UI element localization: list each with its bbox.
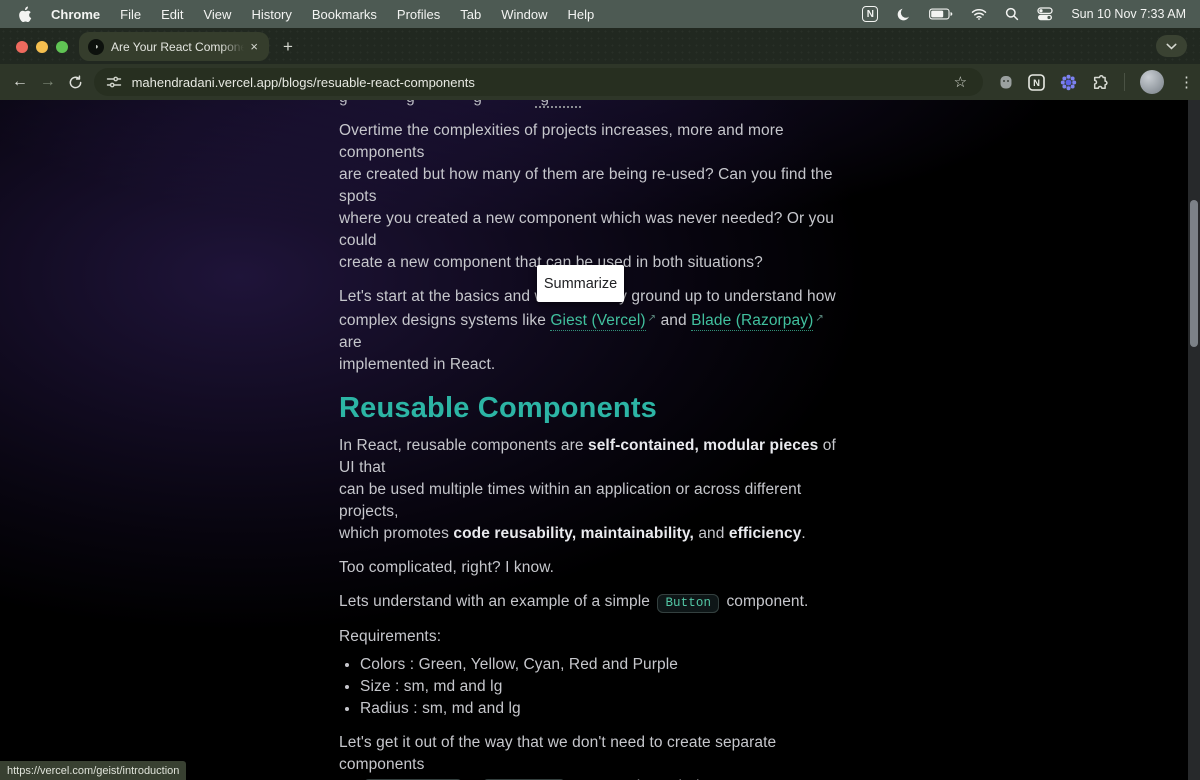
forward-button[interactable]: →	[34, 68, 62, 96]
browser-toolbar: ← → mahendradani.vercel.app/blogs/resuab…	[0, 64, 1200, 100]
link-status-bar: https://vercel.com/geist/introduction	[0, 761, 186, 780]
macos-menu-bar: Chrome File Edit View History Bookmarks …	[0, 0, 1200, 28]
tab-close-icon[interactable]: ×	[248, 39, 260, 54]
external-link-icon: ↗	[815, 313, 823, 324]
requirements-label: Requirements:	[339, 626, 850, 648]
requirements-list: Colors : Green, Yellow, Cyan, Red and Pu…	[339, 654, 850, 720]
list-item: Radius : sm, md and lg	[360, 698, 850, 720]
svg-text:N: N	[1033, 78, 1040, 89]
list-item: Colors : Green, Yellow, Cyan, Red and Pu…	[360, 654, 850, 676]
battery-icon[interactable]	[929, 8, 953, 20]
menu-item-view[interactable]: View	[193, 7, 241, 22]
summarize-button[interactable]: Summarize	[537, 265, 624, 302]
url-text[interactable]: mahendradani.vercel.app/blogs/resuable-r…	[132, 75, 950, 90]
menu-item-profiles[interactable]: Profiles	[387, 7, 450, 22]
external-link-icon: ↗	[648, 313, 656, 324]
paragraph-lets-get-it: Let's get it out of the way that we don'…	[339, 732, 850, 780]
menu-item-bookmarks[interactable]: Bookmarks	[302, 7, 387, 22]
site-settings-icon[interactable]	[106, 75, 122, 89]
clipped-link-underline-fragment	[535, 106, 581, 108]
moon-icon[interactable]	[896, 7, 911, 22]
page-viewport: g g g g Overtime the complexities of pro…	[0, 100, 1200, 780]
menu-kebab-icon[interactable]: ⋮	[1179, 73, 1200, 91]
notion-extension-icon[interactable]: N	[1028, 74, 1045, 91]
chrome-tab-strip: ◑ Are Your React Components × +	[0, 28, 1200, 64]
flower-extension-icon[interactable]	[1060, 74, 1077, 91]
paragraph-overtime: Overtime the complexities of projects in…	[339, 120, 850, 274]
notion-status-icon[interactable]: N	[862, 6, 878, 22]
window-close-button[interactable]	[16, 41, 28, 53]
bookmark-star-icon[interactable]: ☆	[950, 73, 971, 91]
list-item: Size : sm, md and lg	[360, 676, 850, 698]
tab-search-button[interactable]	[1156, 35, 1187, 57]
spotlight-search-icon[interactable]	[1005, 7, 1019, 21]
link-giest-vercel[interactable]: Giest (Vercel)	[550, 312, 645, 331]
tab-title: Are Your React Components	[111, 40, 244, 54]
tab-favicon-icon: ◑	[88, 39, 104, 55]
reload-button[interactable]	[62, 68, 90, 96]
menu-item-tab[interactable]: Tab	[450, 7, 491, 22]
menu-bar-left: Chrome File Edit View History Bookmarks …	[0, 6, 604, 23]
wifi-icon[interactable]	[971, 8, 987, 20]
control-center-icon[interactable]	[1037, 7, 1053, 21]
page-scrollbar-track[interactable]	[1188, 100, 1200, 780]
address-bar[interactable]: mahendradani.vercel.app/blogs/resuable-r…	[94, 68, 983, 96]
menu-item-edit[interactable]: Edit	[151, 7, 193, 22]
paragraph-in-react: In React, reusable components are self-c…	[339, 435, 850, 545]
extensions-row: N ⋮	[999, 70, 1200, 94]
chevron-down-icon	[1166, 43, 1177, 50]
code-chip-button: Button	[657, 594, 719, 613]
paragraph-lets-understand: Lets understand with an example of a sim…	[339, 591, 850, 614]
clipped-previous-line: g g g g	[339, 100, 850, 109]
menu-bar-clock[interactable]: Sun 10 Nov 7:33 AM	[1071, 7, 1186, 21]
extension-gray-icon[interactable]	[999, 74, 1013, 90]
profile-avatar[interactable]	[1140, 70, 1164, 94]
apple-icon[interactable]	[18, 6, 33, 23]
menu-item-history[interactable]: History	[241, 7, 301, 22]
extensions-puzzle-icon[interactable]	[1092, 74, 1109, 91]
browser-tab-active[interactable]: ◑ Are Your React Components ×	[79, 32, 269, 61]
link-blade-razorpay[interactable]: Blade (Razorpay)	[691, 312, 813, 331]
article-column: g g g g Overtime the complexities of pro…	[339, 100, 850, 780]
new-tab-button[interactable]: +	[276, 35, 300, 59]
page-scrollbar-thumb[interactable]	[1190, 200, 1198, 347]
paragraph-too-complicated: Too complicated, right? I know.	[339, 557, 850, 579]
window-minimize-button[interactable]	[36, 41, 48, 53]
back-button[interactable]: ←	[6, 68, 34, 96]
heading-reusable-components: Reusable Components	[339, 392, 850, 425]
menu-item-window[interactable]: Window	[491, 7, 557, 22]
menu-item-help[interactable]: Help	[558, 7, 605, 22]
menu-item-chrome[interactable]: Chrome	[41, 7, 110, 22]
toolbar-separator	[1124, 73, 1125, 91]
window-zoom-button[interactable]	[56, 41, 68, 53]
menu-bar-status-area: N Sun 10 Nov 7:33 AM	[862, 6, 1200, 22]
menu-item-file[interactable]: File	[110, 7, 151, 22]
